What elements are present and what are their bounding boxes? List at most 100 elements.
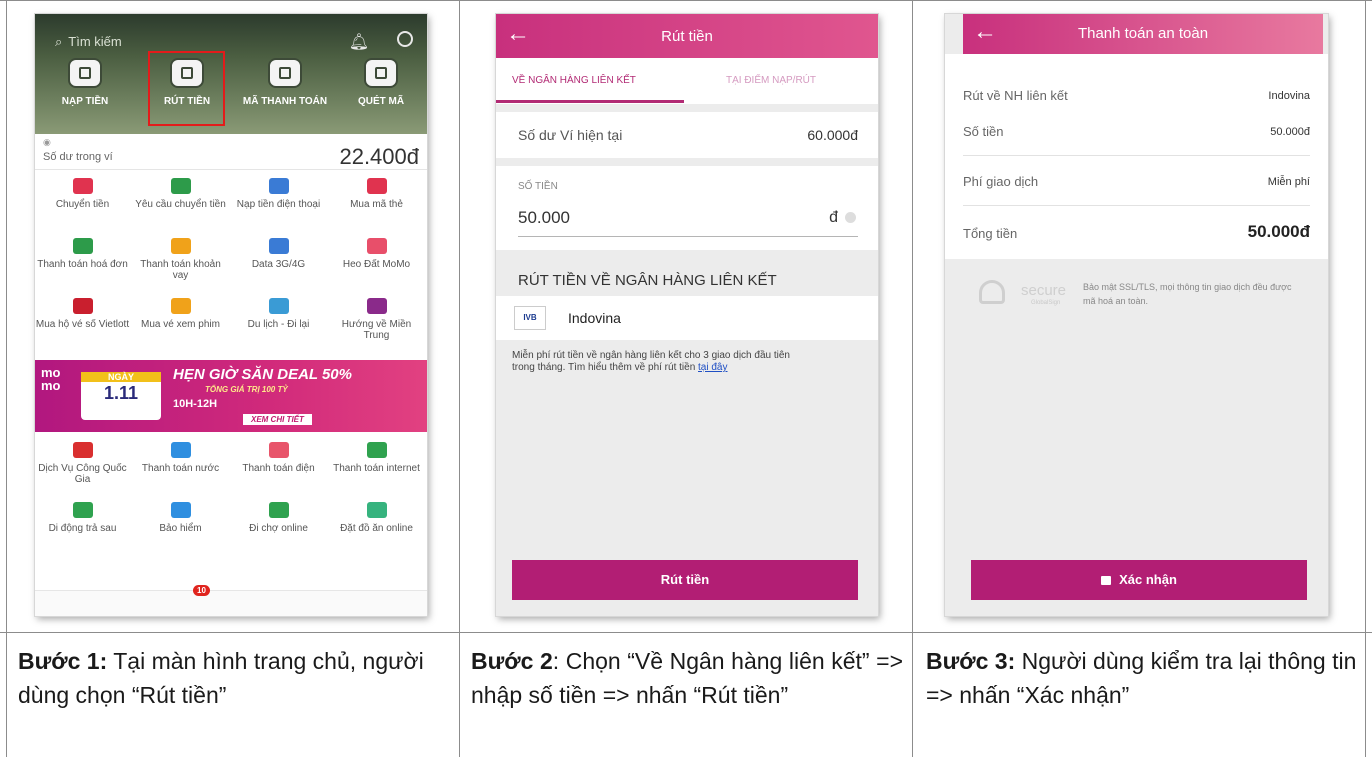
- step-1-label: Bước 1:: [18, 648, 108, 674]
- top-action-quet-ma[interactable]: QUÉT MÃ: [335, 58, 427, 108]
- service-label: Đi chợ online: [249, 523, 308, 534]
- service-label: Di động trả sau: [48, 523, 117, 534]
- highlight-box: [148, 51, 225, 126]
- tab-linked-bank[interactable]: VỀ NGÂN HÀNG LIÊN KẾT: [512, 75, 636, 86]
- learn-more-link[interactable]: tại đây: [698, 362, 727, 373]
- service-item[interactable]: Thanh toán điện: [231, 442, 326, 474]
- search-icon: ⌕: [55, 34, 63, 49]
- search-input[interactable]: Tìm kiếm: [68, 34, 121, 49]
- service-label: Thanh toán hoá đơn: [37, 259, 128, 270]
- banner-date-card: NGÀY 1.11: [81, 372, 161, 420]
- service-item[interactable]: Dịch Vụ Công Quốc Gia: [35, 442, 130, 485]
- page-title: Rút tiền: [661, 28, 713, 45]
- balance-label: Số dư trong ví: [43, 151, 113, 163]
- row-value: Indovina: [1268, 90, 1310, 102]
- top-action-nap-tien[interactable]: NẠP TIỀN: [39, 58, 131, 108]
- clear-icon[interactable]: [845, 212, 856, 223]
- service-item[interactable]: Data 3G/4G: [231, 238, 326, 270]
- confirm-header: ← Thanh toán an toàn: [963, 14, 1323, 54]
- service-item[interactable]: Thanh toán nước: [133, 442, 228, 474]
- currency-symbol: đ: [829, 209, 838, 226]
- service-icon: [268, 238, 289, 254]
- summary-card: Rút về NH liên kết Indovina Số tiền 50.0…: [945, 54, 1328, 259]
- service-item[interactable]: Chuyển tiền: [35, 178, 130, 210]
- bell-icon[interactable]: 🔔︎: [349, 32, 369, 52]
- service-item[interactable]: Mua mã thẻ: [329, 178, 424, 210]
- bank-name: Indovina: [568, 310, 621, 326]
- withdraw-button[interactable]: Rút tiền: [512, 560, 858, 600]
- service-item[interactable]: Đi chợ online: [231, 502, 326, 534]
- service-icon: [170, 238, 191, 254]
- step-1-caption: Bước 1: Tại màn hình trang chủ, người dù…: [18, 644, 450, 712]
- confirm-button-label: Xác nhận: [1119, 572, 1177, 587]
- secure-seal: secure: [1021, 282, 1067, 299]
- section-title: RÚT TIỀN VỀ NGÂN HÀNG LIÊN KẾT: [518, 272, 777, 289]
- banner-day-label: NGÀY: [81, 372, 161, 382]
- page-title: Thanh toán an toàn: [1077, 25, 1209, 42]
- row-value: 50.000đ: [1270, 126, 1310, 138]
- service-label: Thanh toán điện: [242, 463, 315, 474]
- service-label: Thanh toán internet: [333, 463, 420, 474]
- service-item[interactable]: Yêu cầu chuyển tiền: [133, 178, 228, 210]
- service-icon: [268, 442, 289, 458]
- service-icon: [72, 502, 93, 518]
- table-divider-2: [912, 0, 913, 757]
- wallet-balance-row: Số dư Ví hiện tại 60.000đ: [496, 112, 878, 158]
- service-item[interactable]: Mua hộ vé số Vietlott: [35, 298, 130, 330]
- table-border-right: [1365, 0, 1366, 757]
- top-action-label: NẠP TIỀN: [61, 96, 109, 107]
- screenshot-withdraw: ← Rút tiền VỀ NGÂN HÀNG LIÊN KẾT TẠI ĐIỂ…: [496, 14, 878, 616]
- banner-cta[interactable]: XEM CHI TIẾT: [243, 414, 312, 425]
- tab-cash-point[interactable]: TẠI ĐIỂM NẠP/RÚT: [726, 75, 816, 86]
- row-value: Miễn phí: [1267, 176, 1310, 188]
- service-item[interactable]: Thanh toán internet: [329, 442, 424, 474]
- service-label: Mua mã thẻ: [350, 199, 403, 210]
- service-item[interactable]: Thanh toán hoá đơn: [35, 238, 130, 270]
- withdraw-header: ← Rút tiền: [496, 14, 878, 58]
- service-item[interactable]: Heo Đất MoMo: [329, 238, 424, 270]
- wallet-balance-label: Số dư Ví hiện tại: [518, 127, 623, 143]
- service-icon: [366, 238, 387, 254]
- service-item[interactable]: Du lịch - Đi lại: [231, 298, 326, 330]
- service-item[interactable]: Mua vé xem phim: [133, 298, 228, 330]
- service-item[interactable]: Bảo hiểm: [133, 502, 228, 534]
- service-label: Yêu cầu chuyển tiền: [135, 199, 226, 210]
- amount-underline: [518, 236, 858, 237]
- withdraw-tabs: VỀ NGÂN HÀNG LIÊN KẾT TẠI ĐIỂM NẠP/RÚT: [496, 58, 878, 104]
- bank-option[interactable]: IVB Indovina: [496, 296, 878, 340]
- top-action-label: QUÉT MÃ: [357, 96, 405, 107]
- banner-title: HẸN GIỜ SĂN DEAL 50%: [173, 366, 352, 383]
- amount-section: SỐ TIỀN 50.000 đ: [496, 166, 878, 250]
- banner-subtitle: TỔNG GIÁ TRỊ 100 TỶ: [205, 385, 288, 394]
- balance-row: ◉ Số dư trong ví 22.400đ: [35, 134, 427, 170]
- search-bar[interactable]: ⌕ Tìm kiếm: [49, 34, 122, 50]
- service-label: Thanh toán khoản vay: [140, 259, 221, 281]
- service-item[interactable]: Nạp tiền điện thoại: [231, 178, 326, 210]
- service-item[interactable]: Hướng về Miền Trung: [329, 298, 424, 341]
- promo-banner[interactable]: mo mo NGÀY 1.11 HẸN GIỜ SĂN DEAL 50% TỔN…: [35, 360, 427, 432]
- service-icon: [170, 298, 191, 314]
- top-action-label: MÃ THANH TOÁN: [242, 96, 328, 107]
- lock-icon: [1101, 576, 1112, 585]
- service-label: Dịch Vụ Công Quốc Gia: [38, 463, 127, 485]
- power-icon[interactable]: [397, 31, 413, 47]
- eye-icon[interactable]: ◉: [43, 137, 51, 148]
- bank-logo: IVB: [514, 306, 546, 330]
- service-icon: [170, 502, 191, 518]
- home-header: ⌕ Tìm kiếm 🔔︎ NẠP TIỀN RÚT TIỀN MÃ THANH …: [35, 14, 427, 134]
- amount-input[interactable]: 50.000: [518, 208, 570, 228]
- row-label: Phí giao dịch: [963, 174, 1039, 189]
- service-item[interactable]: Thanh toán khoản vay: [133, 238, 228, 281]
- service-label: Đặt đồ ăn online: [340, 523, 413, 534]
- service-label: Mua vé xem phim: [141, 319, 220, 330]
- confirm-button[interactable]: Xác nhận: [971, 560, 1307, 600]
- service-label: Chuyển tiền: [55, 199, 110, 210]
- service-icon: [170, 178, 191, 194]
- service-item[interactable]: Đặt đồ ăn online: [329, 502, 424, 534]
- top-action-ma-thanh-toan[interactable]: MÃ THANH TOÁN: [239, 58, 331, 108]
- scan-icon: [364, 58, 398, 88]
- service-item[interactable]: Di động trả sau: [35, 502, 130, 534]
- service-icon: [268, 502, 289, 518]
- service-icon: [72, 178, 93, 194]
- deposit-icon: [68, 58, 102, 88]
